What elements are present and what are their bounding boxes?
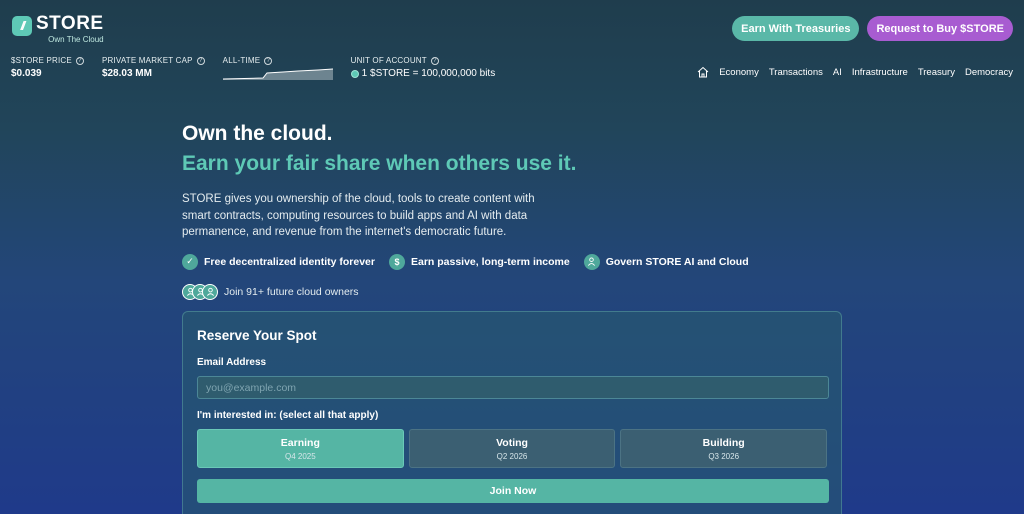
request-to-buy-button[interactable]: Request to Buy $STORE	[867, 16, 1013, 41]
avatar-group	[182, 283, 218, 300]
stat-unit-label-row: UNIT OF ACCOUNT ?	[351, 56, 496, 65]
avatar-icon	[202, 283, 218, 300]
feature-label: Govern STORE AI and Cloud	[605, 255, 749, 268]
brand-name: STORE	[36, 13, 104, 34]
feature-item: Govern STORE AI and Cloud	[583, 253, 749, 270]
option-voting[interactable]: Voting Q2 2026	[408, 429, 616, 468]
option-date: Q4 2025	[284, 451, 316, 461]
stat-market-cap-label: PRIVATE MARKET CAP	[101, 56, 193, 65]
stat-price-value: $0.039	[11, 68, 42, 79]
logo-mark-icon: //	[12, 16, 32, 36]
logo-mark-text: //	[20, 19, 25, 33]
hero-description: STORE gives you ownership of the cloud, …	[182, 193, 535, 238]
main-nav: Economy Transactions AI Infrastructure T…	[697, 66, 1013, 78]
stat-price: $STORE PRICE ? $0.039	[11, 56, 84, 85]
people-icon	[583, 253, 600, 270]
stats-bar: $STORE PRICE ? $0.039 PRIVATE MARKET CAP…	[11, 56, 513, 85]
stat-unit-of-account: UNIT OF ACCOUNT ? 1 $STORE = 100,000,000…	[350, 56, 496, 85]
option-earning[interactable]: Earning Q4 2025	[197, 429, 404, 468]
option-date: Q3 2026	[708, 451, 740, 461]
option-name: Earning	[280, 436, 320, 449]
coin-icon	[350, 69, 359, 78]
feature-label: Free decentralized identity forever	[204, 255, 375, 268]
stat-price-label-row: $STORE PRICE ?	[11, 56, 84, 65]
email-field[interactable]	[197, 376, 829, 399]
nav-item-treasury[interactable]: Treasury	[918, 67, 955, 78]
reserve-form-card: Reserve Your Spot Email Address I'm inte…	[182, 311, 842, 514]
feature-item: $ Earn passive, long-term income	[388, 253, 570, 270]
feature-list: ✓ Free decentralized identity forever $ …	[182, 253, 842, 270]
stat-unit-row: 1 $STORE = 100,000,000 bits	[350, 68, 496, 79]
option-name: Building	[702, 436, 745, 449]
all-time-sparkline	[222, 68, 333, 80]
join-count-text: Join 91+ future cloud owners	[224, 285, 359, 298]
stat-unit-value: 1 $STORE = 100,000,000 bits	[361, 68, 496, 79]
hero-subtitle: Earn your fair share when others use it.	[182, 152, 577, 175]
help-icon[interactable]: ?	[75, 56, 84, 65]
help-icon[interactable]: ?	[430, 56, 439, 65]
hero-title: Own the cloud.	[182, 122, 333, 145]
nav-item-ai[interactable]: AI	[833, 67, 842, 78]
feature-item: ✓ Free decentralized identity forever	[182, 253, 375, 270]
option-name: Voting	[496, 436, 528, 449]
help-icon[interactable]: ?	[264, 56, 273, 65]
stat-price-label: $STORE PRICE	[11, 56, 72, 65]
nav-item-democracy[interactable]: Democracy	[965, 67, 1013, 78]
logo-text: STORE Own The Cloud	[36, 13, 104, 45]
hero-section: Own the cloud. Earn your fair share when…	[182, 121, 842, 300]
email-label: Email Address	[197, 357, 267, 368]
check-icon: ✓	[182, 253, 198, 270]
earn-with-treasuries-button[interactable]: Earn With Treasuries	[732, 16, 860, 41]
option-building[interactable]: Building Q3 2026	[620, 429, 828, 468]
help-icon[interactable]: ?	[196, 56, 205, 65]
stat-all-time: ALL-TIME ?	[222, 56, 333, 85]
stat-market-cap-value: $28.03 MM	[101, 68, 152, 79]
join-now-button[interactable]: Join Now	[197, 479, 829, 503]
option-date: Q2 2026	[496, 451, 528, 461]
feature-label: Earn passive, long-term income	[410, 255, 570, 268]
form-title: Reserve Your Spot	[197, 328, 317, 343]
brand-tagline: Own The Cloud	[48, 35, 104, 44]
nav-item-economy[interactable]: Economy	[719, 67, 759, 78]
stat-unit-label: UNIT OF ACCOUNT	[350, 56, 427, 65]
interest-label: I'm interested in: (select all that appl…	[197, 410, 379, 421]
top-actions: Earn With Treasuries Request to Buy $STO…	[732, 16, 1013, 41]
nav-item-infrastructure[interactable]: Infrastructure	[852, 67, 908, 78]
interest-options: Earning Q4 2025 Voting Q2 2026 Building …	[197, 429, 828, 468]
stat-market-cap: PRIVATE MARKET CAP ? $28.03 MM	[102, 56, 205, 85]
home-icon[interactable]	[697, 66, 709, 78]
stat-all-time-label: ALL-TIME	[222, 56, 261, 65]
join-count-row: Join 91+ future cloud owners	[182, 283, 842, 300]
dollar-icon: $	[388, 253, 405, 270]
nav-item-transactions[interactable]: Transactions	[769, 67, 823, 78]
brand-logo[interactable]: // STORE Own The Cloud	[12, 14, 104, 44]
stat-all-time-label-row: ALL-TIME ?	[223, 56, 333, 65]
stat-market-cap-label-row: PRIVATE MARKET CAP ?	[102, 56, 205, 65]
